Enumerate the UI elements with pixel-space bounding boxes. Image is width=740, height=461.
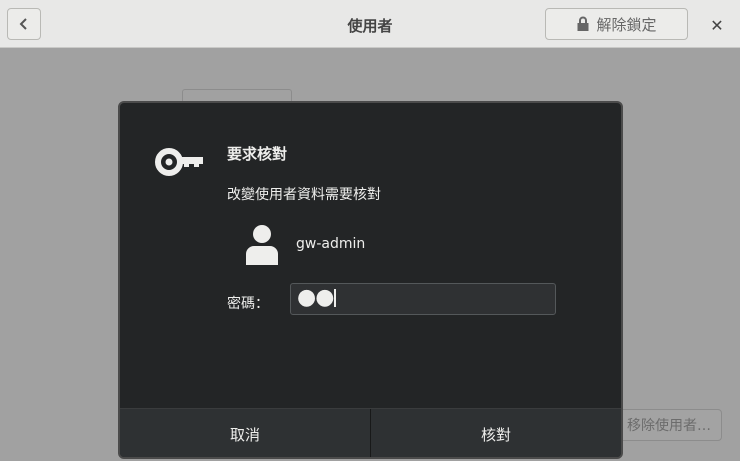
password-dots: ●● bbox=[297, 285, 334, 310]
unlock-button[interactable]: 解除鎖定 bbox=[545, 8, 688, 40]
cancel-button[interactable]: 取消 bbox=[120, 409, 370, 457]
text-caret bbox=[334, 289, 337, 307]
password-input[interactable]: ●● bbox=[290, 283, 556, 315]
unlock-label: 解除鎖定 bbox=[596, 15, 657, 34]
close-icon: ✕ bbox=[710, 15, 724, 35]
key-icon bbox=[155, 148, 203, 176]
dialog-message: 改變使用者資料需要核對 bbox=[227, 187, 381, 203]
authenticate-button[interactable]: 核對 bbox=[370, 409, 621, 457]
password-label: 密碼： bbox=[227, 296, 269, 312]
close-button[interactable]: ✕ bbox=[706, 14, 728, 36]
auth-dialog: 要求核對 改變使用者資料需要核對 gw-admin 密碼： ●● 取消 核對 bbox=[118, 101, 623, 459]
user-avatar-icon bbox=[246, 225, 278, 265]
username-label: gw-admin bbox=[296, 236, 366, 252]
dialog-actions: 取消 核對 bbox=[120, 408, 621, 457]
lock-icon bbox=[577, 16, 589, 31]
header-bar: 使用者 解除鎖定 ✕ bbox=[0, 0, 740, 48]
dialog-heading: 要求核對 bbox=[227, 145, 288, 163]
remove-user-button[interactable]: 移除使用者… bbox=[614, 409, 722, 441]
